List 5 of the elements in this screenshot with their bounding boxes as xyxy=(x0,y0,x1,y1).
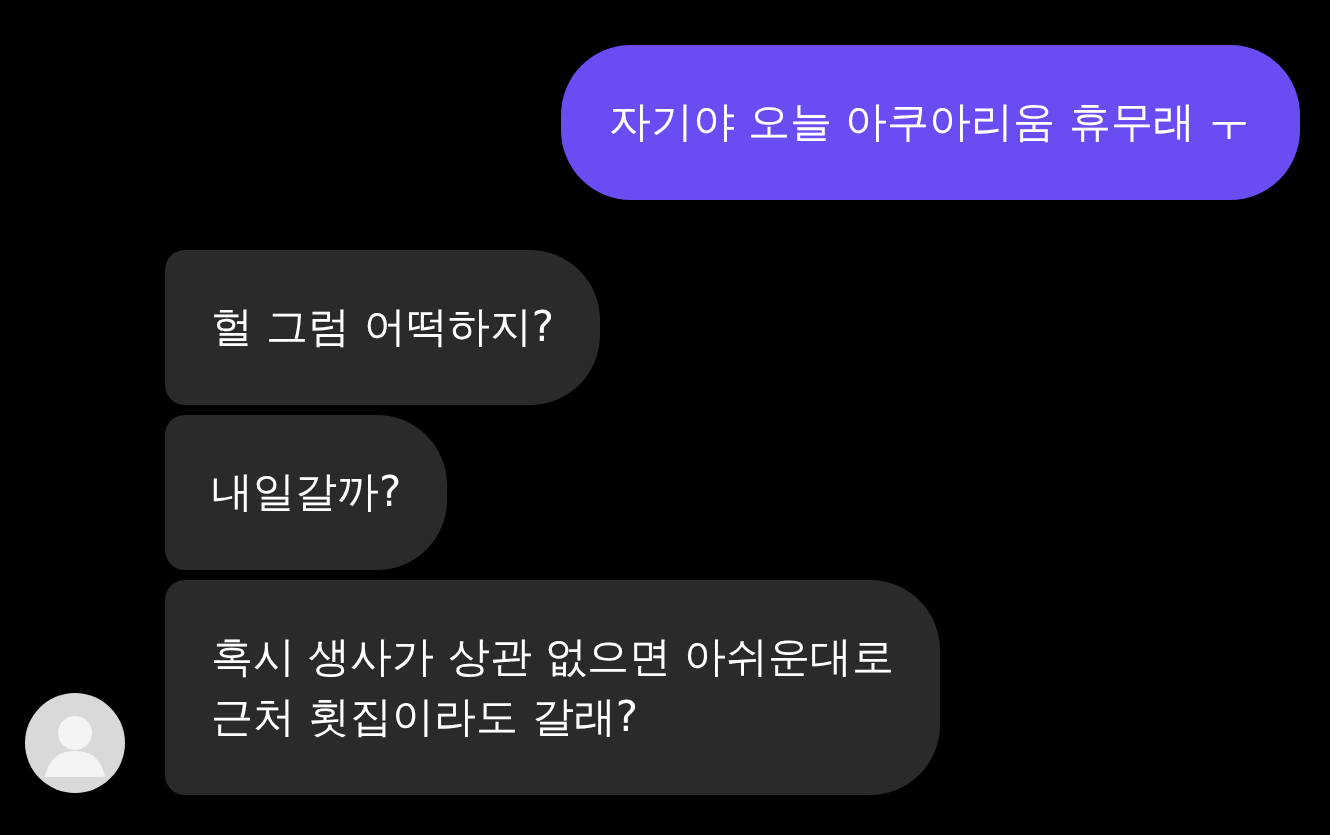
sent-message: 자기야 오늘 아쿠아리움 휴무래 ㅜ xyxy=(560,45,1300,200)
received-message: 헐 그럼 어떡하지? xyxy=(165,250,600,405)
received-message: 내일갈까? xyxy=(165,415,448,570)
received-message: 혹시 생사가 상관 없으면 아쉬운대로 근처 횟집이라도 갈래? xyxy=(165,580,941,795)
avatar-icon xyxy=(25,693,125,793)
